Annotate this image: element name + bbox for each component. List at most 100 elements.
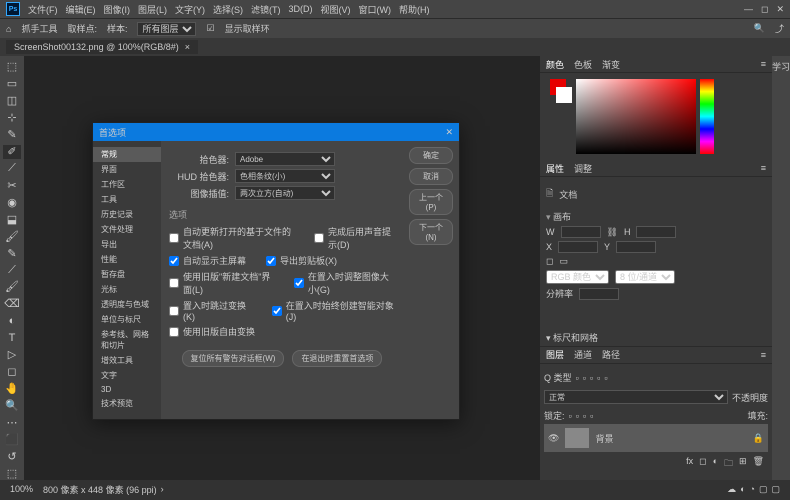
chk-autoupdate[interactable] [169,233,179,243]
tool-crop[interactable]: ⟋ [3,162,21,176]
menu-filter[interactable]: 滤镜(T) [251,3,281,16]
reset-warnings-button[interactable]: 复位所有警告对话框(W) [182,350,285,367]
new-layer-icon[interactable]: ⊞ [739,456,747,472]
w-input[interactable] [561,226,601,238]
panel-menu-icon[interactable]: ≡ [761,163,766,173]
tool-stamp[interactable]: 🖌 [3,229,21,243]
link-icon[interactable]: ⛓ [607,227,618,238]
side-plugins[interactable]: 增效工具 [93,353,161,368]
tool-quickmask[interactable]: ⬚ [3,466,21,480]
tab-swatches[interactable]: 色板 [574,58,592,71]
tool-type[interactable]: T [3,331,21,345]
chevron-right-icon[interactable]: › [161,484,164,494]
menu-image[interactable]: 图像(I) [104,3,131,16]
side-units[interactable]: 单位与标尺 [93,312,161,327]
tool-healing[interactable]: ◉ [3,195,21,209]
chk-legacy-free[interactable] [169,327,179,337]
sync-icon[interactable]: ☁ [727,484,736,495]
filter-icon[interactable]: ▫ [590,373,593,383]
orient-icon[interactable]: ▭ [559,256,568,267]
prev-button[interactable]: 上一个(P) [409,189,453,215]
tab-color[interactable]: 颜色 [546,58,564,71]
menu-help[interactable]: 帮助(H) [399,3,430,16]
side-workspace[interactable]: 工作区 [93,177,161,192]
lock-icon[interactable]: ▫ [569,411,572,421]
chk-home[interactable] [169,256,179,266]
tool-lasso[interactable]: ⊹ [3,111,21,125]
tool-eyedropper[interactable]: ✐ [3,145,21,159]
tab-properties[interactable]: 属性 [546,162,564,175]
filter-icon[interactable]: ▫ [583,373,586,383]
dialog-close-icon[interactable]: ✕ [445,127,453,138]
side-filehandling[interactable]: 文件处理 [93,222,161,237]
side-history[interactable]: 历史记录 [93,207,161,222]
chk-ring[interactable]: ☑ [206,23,214,34]
chk-clipboard[interactable] [266,256,276,266]
panel-menu-icon[interactable]: ≡ [761,59,766,69]
tool-marquee[interactable]: ▭ [3,77,21,91]
side-preview[interactable]: 技术预览 [93,396,161,411]
tab-channels[interactable]: 通道 [574,348,592,361]
lock-icon[interactable]: ▫ [576,411,579,421]
res-input[interactable] [579,288,619,300]
cancel-button[interactable]: 取消 [409,168,453,185]
interp-combo[interactable]: 两次立方(自动) [235,186,335,200]
h-input[interactable] [636,226,676,238]
next-button[interactable]: 下一个(N) [409,219,453,245]
tool-more[interactable]: ⋯ [3,415,21,429]
side-cursors[interactable]: 光标 [93,282,161,297]
fg-bg-swatch[interactable]: ⬛ [3,432,21,446]
side-tools[interactable]: 工具 [93,192,161,207]
hud-combo[interactable]: 色相条纹(小) [235,169,335,183]
tool-eraser[interactable]: ⟋ [3,263,21,277]
fx-icon[interactable]: fx [686,456,693,472]
adjust-icon[interactable]: ◐ [713,456,718,472]
side-general[interactable]: 常规 [93,147,161,162]
y-input[interactable] [616,241,656,253]
tab-layers[interactable]: 图层 [546,348,564,361]
bg-color-swatch[interactable] [556,87,572,103]
chk-resize[interactable] [294,278,304,288]
lock-icon[interactable]: ▫ [583,411,586,421]
x-input[interactable] [558,241,598,253]
side-interface[interactable]: 界面 [93,162,161,177]
filter-icon[interactable]: ▫ [604,373,607,383]
sample-combo[interactable]: 所有图层 [137,22,196,36]
document-tab[interactable]: ScreenShot00132.png @ 100%(RGB/8#) × [6,40,198,54]
hue-slider[interactable] [700,79,714,154]
tool-history[interactable]: ✎ [3,246,21,260]
tool-zoom[interactable]: 🔍 [3,398,21,412]
color-field[interactable] [576,79,696,154]
search-icon[interactable]: 🔍 [754,23,765,34]
share-icon[interactable]: ⤴ [775,22,784,35]
ok-button[interactable]: 确定 [409,147,453,164]
menu-file[interactable]: 文件(F) [28,3,58,16]
tool-brush[interactable]: ⬓ [3,212,21,226]
side-export[interactable]: 导出 [93,237,161,252]
tool-move[interactable]: ⬚ [3,60,21,74]
side-guides[interactable]: 参考线、网格和切片 [93,327,161,353]
tool-slice[interactable]: ✂ [3,178,21,192]
side-performance[interactable]: 性能 [93,252,161,267]
panel-menu-icon[interactable]: ≡ [761,350,766,360]
menu-edit[interactable]: 编辑(E) [66,3,96,16]
tool-gradient[interactable]: 🖌 [3,280,21,294]
trash-icon[interactable]: 🗑 [753,456,764,472]
menu-window[interactable]: 窗口(W) [359,3,392,16]
picker-combo[interactable]: Adobe [235,152,335,166]
status-icon[interactable]: ▢ [759,484,768,495]
tool-wand[interactable]: ✎ [3,128,21,142]
menu-3d[interactable]: 3D(D) [289,4,313,14]
status-icon[interactable]: ▢ [771,484,780,495]
blend-mode[interactable]: 正常 [544,390,728,404]
visibility-icon[interactable]: 👁 [548,433,559,444]
close-window-icon[interactable]: ✕ [776,4,784,15]
bits-combo[interactable]: 8 位/通道 [615,270,675,284]
tool-hand[interactable]: 🤚 [3,382,21,396]
tab-close-icon[interactable]: × [185,42,190,52]
zoom-level[interactable]: 100% [10,484,33,494]
tab-adjustments[interactable]: 调整 [574,162,592,175]
menu-select[interactable]: 选择(S) [213,3,243,16]
mode-combo[interactable]: RGB 颜色 [546,270,609,284]
tool-dodge[interactable]: ◐ [3,314,21,328]
